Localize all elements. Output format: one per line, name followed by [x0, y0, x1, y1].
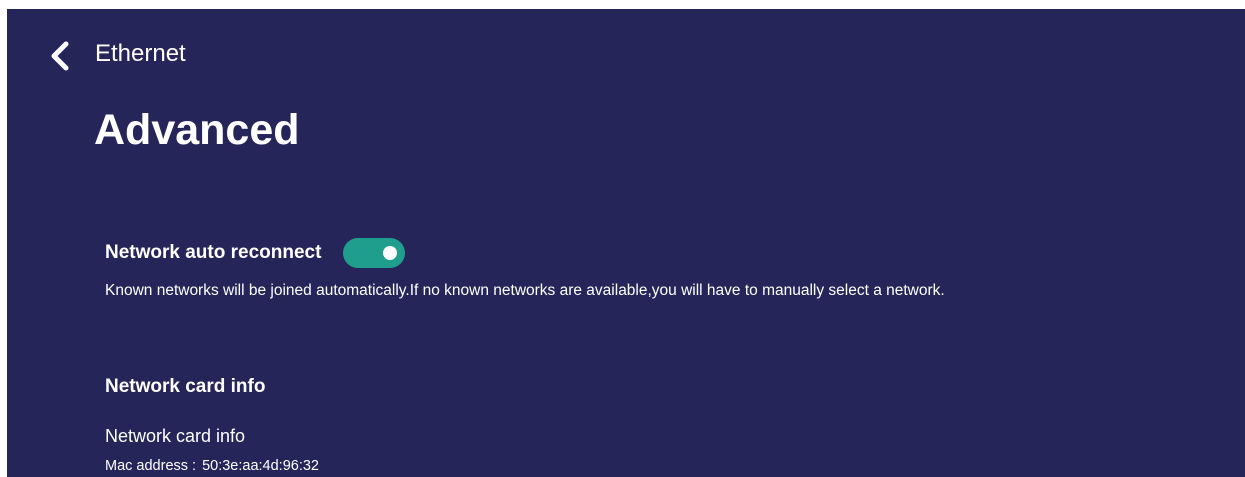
auto-reconnect-label: Network auto reconnect	[105, 242, 322, 263]
mac-address-value: 50:3e:aa:4d:96:32	[202, 458, 319, 474]
auto-reconnect-setting: Network auto reconnect	[105, 238, 406, 268]
auto-reconnect-toggle[interactable]	[343, 238, 406, 268]
nav-title: Ethernet	[95, 40, 186, 67]
chevron-left-icon	[51, 41, 69, 71]
mac-address-label: Mac address :	[105, 458, 197, 474]
network-card-info-label: Network card info	[105, 426, 246, 446]
toggle-knob	[383, 246, 398, 260]
network-card-section-title: Network card info	[105, 376, 266, 397]
auto-reconnect-description: Known networks will be joined automatica…	[105, 282, 945, 299]
back-button[interactable]	[43, 39, 77, 73]
mac-address-row: Mac address : 50:3e:aa:4d:96:32	[105, 457, 319, 475]
page-title: Advanced	[94, 106, 300, 154]
settings-screen: Ethernet Advanced Network auto reconnect…	[7, 9, 1245, 477]
